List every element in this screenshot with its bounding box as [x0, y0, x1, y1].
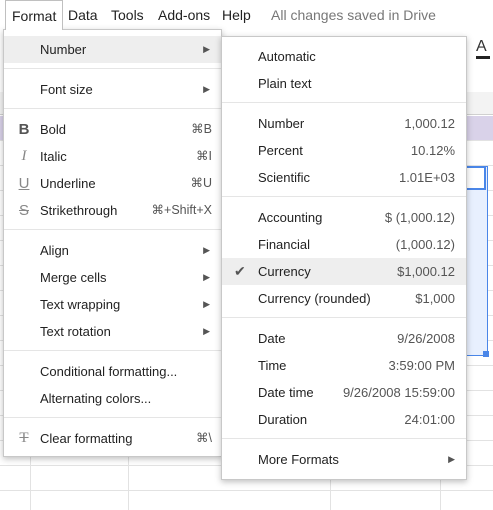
example-value: $ (1,000.12)	[384, 210, 455, 225]
format-strikethrough-item[interactable]: S Strikethrough ⌘+Shift+X	[4, 197, 221, 224]
item-label: Clear formatting	[40, 431, 133, 446]
item-label: Strikethrough	[40, 203, 118, 218]
underline-icon: U	[18, 175, 30, 192]
submenu-arrow-icon: ▶	[203, 84, 210, 94]
text-color-icon[interactable]: A	[476, 38, 490, 59]
example-value: 9/26/2008	[397, 331, 455, 346]
number-scientific-item[interactable]: Scientific 1.01E+03	[222, 164, 466, 191]
format-menu: Number ▶ Font size ▶ B Bold ⌘B I Italic …	[3, 29, 222, 457]
item-label: Italic	[40, 149, 67, 164]
format-font-size-item[interactable]: Font size ▶	[4, 76, 221, 103]
shortcut: ⌘B	[191, 122, 212, 136]
format-alternating-item[interactable]: Alternating colors...	[4, 385, 221, 412]
number-date-item[interactable]: Date 9/26/2008	[222, 325, 466, 352]
example-value: 10.12%	[410, 143, 455, 158]
item-label: Financial	[258, 237, 311, 252]
fill-handle[interactable]	[483, 351, 489, 357]
menu-format[interactable]: Format	[5, 0, 64, 30]
example-value: 24:01:00	[404, 412, 455, 427]
submenu-arrow-icon: ▶	[203, 245, 210, 255]
save-status: All changes saved in Drive	[271, 7, 436, 23]
number-plain-text-item[interactable]: Plain text	[222, 70, 466, 97]
example-value: (1,000.12)	[395, 237, 455, 252]
number-accounting-item[interactable]: Accounting $ (1,000.12)	[222, 204, 466, 231]
menu-help[interactable]: Help	[216, 0, 257, 30]
item-label: Plain text	[258, 76, 312, 91]
item-label: Duration	[258, 412, 308, 427]
format-conditional-item[interactable]: Conditional formatting...	[4, 358, 221, 385]
item-label: Conditional formatting...	[40, 364, 178, 379]
number-time-item[interactable]: Time 3:59:00 PM	[222, 352, 466, 379]
clear-formatting-icon: T	[19, 430, 29, 446]
number-duration-item[interactable]: Duration 24:01:00	[222, 406, 466, 433]
item-label: Bold	[40, 122, 67, 137]
item-label: Merge cells	[40, 270, 107, 285]
example-value: 1.01E+03	[398, 170, 455, 185]
submenu-arrow-icon: ▶	[203, 299, 210, 309]
format-text-rotation-item[interactable]: Text rotation ▶	[4, 318, 221, 345]
number-percent-item[interactable]: Percent 10.12%	[222, 137, 466, 164]
checkmark-icon: ✔	[234, 263, 246, 279]
example-value: $1,000	[415, 291, 455, 306]
shortcut: ⌘\	[196, 431, 212, 445]
item-label: Alternating colors...	[40, 391, 152, 406]
item-label: Date time	[258, 385, 314, 400]
submenu-arrow-icon: ▶	[448, 454, 455, 464]
strikethrough-icon: S	[18, 202, 29, 219]
format-align-item[interactable]: Align ▶	[4, 237, 221, 264]
number-financial-item[interactable]: Financial (1,000.12)	[222, 231, 466, 258]
menu-add-ons[interactable]: Add-ons	[152, 0, 216, 30]
item-label: Scientific	[258, 170, 311, 185]
menu-bar: Format Data Tools Add-ons Help All chang…	[0, 0, 493, 30]
menu-data[interactable]: Data	[62, 0, 104, 30]
number-currency-item[interactable]: ✔ Currency $1,000.12	[222, 258, 466, 285]
item-label: Font size	[40, 82, 93, 97]
number-number-item[interactable]: Number 1,000.12	[222, 110, 466, 137]
shortcut: ⌘+Shift+X	[151, 203, 212, 217]
shortcut: ⌘U	[190, 176, 212, 190]
item-label: Number	[40, 42, 87, 57]
format-clear-item[interactable]: T Clear formatting ⌘\	[4, 425, 221, 452]
item-label: Underline	[40, 176, 96, 191]
item-label: Automatic	[258, 49, 316, 64]
item-label: Currency	[258, 264, 311, 279]
item-label: Date	[258, 331, 286, 346]
submenu-arrow-icon: ▶	[203, 326, 210, 336]
number-date-time-item[interactable]: Date time 9/26/2008 15:59:00	[222, 379, 466, 406]
example-value: $1,000.12	[397, 264, 455, 279]
item-label: Text wrapping	[40, 297, 121, 312]
bold-icon: B	[18, 121, 30, 138]
number-currency-rounded-item[interactable]: Currency (rounded) $1,000	[222, 285, 466, 312]
item-label: Currency (rounded)	[258, 291, 371, 306]
format-underline-item[interactable]: U Underline ⌘U	[4, 170, 221, 197]
item-label: Align	[40, 243, 69, 258]
number-more-formats-item[interactable]: More Formats ▶	[222, 446, 466, 473]
italic-icon: I	[21, 148, 27, 164]
item-label: Time	[258, 358, 287, 373]
number-automatic-item[interactable]: Automatic	[222, 43, 466, 70]
number-submenu: Automatic Plain text Number 1,000.12 Per…	[221, 36, 467, 480]
format-merge-cells-item[interactable]: Merge cells ▶	[4, 264, 221, 291]
format-text-wrapping-item[interactable]: Text wrapping ▶	[4, 291, 221, 318]
item-label: Accounting	[258, 210, 323, 225]
format-italic-item[interactable]: I Italic ⌘I	[4, 143, 221, 170]
menu-tools[interactable]: Tools	[105, 0, 150, 30]
item-label: Text rotation	[40, 324, 111, 339]
example-value: 9/26/2008 15:59:00	[342, 385, 455, 400]
format-bold-item[interactable]: B Bold ⌘B	[4, 116, 221, 143]
item-label: Number	[258, 116, 305, 131]
item-label: More Formats	[258, 452, 339, 467]
example-value: 1,000.12	[404, 116, 455, 131]
submenu-arrow-icon: ▶	[203, 44, 210, 54]
example-value: 3:59:00 PM	[388, 358, 456, 373]
shortcut: ⌘I	[196, 149, 212, 163]
submenu-arrow-icon: ▶	[203, 272, 210, 282]
format-number-item[interactable]: Number ▶	[4, 36, 221, 63]
item-label: Percent	[258, 143, 303, 158]
